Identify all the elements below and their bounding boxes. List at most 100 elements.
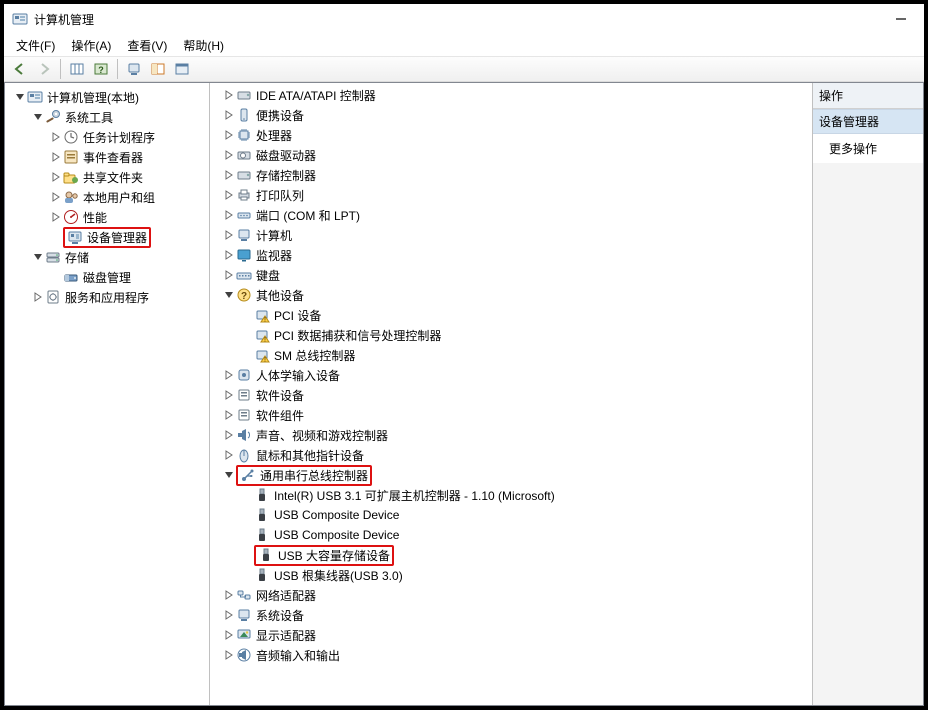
nav-storage[interactable]: 存储 bbox=[27, 247, 209, 267]
expand-toggle[interactable] bbox=[222, 648, 236, 662]
nav-disk-management[interactable]: 磁盘管理 bbox=[45, 267, 209, 287]
nav-root[interactable]: 计算机管理(本地) bbox=[9, 87, 209, 107]
menu-file[interactable]: 文件(F) bbox=[8, 35, 63, 56]
network-icon bbox=[236, 587, 252, 603]
nav-shared-folders[interactable]: 共享文件夹 bbox=[45, 167, 209, 187]
app-icon bbox=[12, 11, 28, 27]
expand-toggle[interactable] bbox=[49, 150, 63, 164]
actions-more[interactable]: 更多操作 bbox=[813, 134, 923, 163]
cat-print-queues[interactable]: 打印队列 bbox=[218, 185, 812, 205]
toolbar-view-panes[interactable] bbox=[146, 58, 170, 80]
cat-audio-io[interactable]: 音频输入和输出 bbox=[218, 645, 812, 665]
storage-ctrl-icon bbox=[236, 167, 252, 183]
dev-usb-composite-2[interactable]: USB Composite Device bbox=[236, 525, 812, 545]
cat-mice[interactable]: 鼠标和其他指针设备 bbox=[218, 445, 812, 465]
expand-toggle[interactable] bbox=[49, 170, 63, 184]
expand-toggle[interactable] bbox=[222, 588, 236, 602]
expand-toggle[interactable] bbox=[222, 448, 236, 462]
cat-display-adapters[interactable]: 显示适配器 bbox=[218, 625, 812, 645]
keyboard-icon bbox=[236, 267, 252, 283]
expand-toggle[interactable] bbox=[222, 128, 236, 142]
warning-device-icon bbox=[254, 347, 270, 363]
expand-toggle[interactable] bbox=[222, 468, 236, 482]
expand-toggle[interactable] bbox=[222, 368, 236, 382]
toolbar-columns[interactable] bbox=[65, 58, 89, 80]
expand-toggle[interactable] bbox=[222, 208, 236, 222]
expand-toggle[interactable] bbox=[13, 90, 27, 104]
nav-local-users[interactable]: 本地用户和组 bbox=[45, 187, 209, 207]
toolbar-view-computer[interactable] bbox=[122, 58, 146, 80]
expand-toggle[interactable] bbox=[222, 108, 236, 122]
toolbar-back[interactable] bbox=[8, 58, 32, 80]
dev-smbus[interactable]: SM 总线控制器 bbox=[236, 345, 812, 365]
expand-toggle[interactable] bbox=[222, 268, 236, 282]
cat-monitors[interactable]: 监视器 bbox=[218, 245, 812, 265]
toolbar-view-window[interactable] bbox=[170, 58, 194, 80]
toolbar-help[interactable] bbox=[89, 58, 113, 80]
expand-toggle[interactable] bbox=[49, 130, 63, 144]
cat-system-devices[interactable]: 系统设备 bbox=[218, 605, 812, 625]
cat-software-components[interactable]: 软件组件 bbox=[218, 405, 812, 425]
expand-toggle[interactable] bbox=[31, 290, 45, 304]
cat-software-devices[interactable]: 软件设备 bbox=[218, 385, 812, 405]
expand-toggle[interactable] bbox=[31, 110, 45, 124]
toolbar bbox=[4, 56, 924, 82]
expand-toggle[interactable] bbox=[49, 190, 63, 204]
cat-processors[interactable]: 处理器 bbox=[218, 125, 812, 145]
cat-usb-controllers[interactable]: 通用串行总线控制器 bbox=[218, 465, 812, 485]
nav-system-tools[interactable]: 系统工具 bbox=[27, 107, 209, 127]
dev-pci-sigproc[interactable]: PCI 数据捕获和信号处理控制器 bbox=[236, 325, 812, 345]
window-title: 计算机管理 bbox=[34, 11, 94, 28]
expand-toggle[interactable] bbox=[222, 628, 236, 642]
cat-network[interactable]: 网络适配器 bbox=[218, 585, 812, 605]
toolbar-forward bbox=[32, 58, 56, 80]
audio-io-icon bbox=[236, 647, 252, 663]
cat-sound[interactable]: 声音、视频和游戏控制器 bbox=[218, 425, 812, 445]
dev-usb-mass-storage[interactable]: USB 大容量存储设备 bbox=[236, 545, 812, 565]
nav-device-manager[interactable]: 设备管理器 bbox=[45, 227, 209, 247]
dev-usb-composite-1[interactable]: USB Composite Device bbox=[236, 505, 812, 525]
nav-task-scheduler[interactable]: 任务计划程序 bbox=[45, 127, 209, 147]
cat-hid[interactable]: 人体学输入设备 bbox=[218, 365, 812, 385]
expand-toggle[interactable] bbox=[31, 250, 45, 264]
minimize-button[interactable] bbox=[878, 4, 924, 34]
menu-view[interactable]: 查看(V) bbox=[119, 35, 175, 56]
expand-toggle[interactable] bbox=[222, 608, 236, 622]
title-bar[interactable]: 计算机管理 bbox=[4, 4, 924, 34]
cat-keyboards[interactable]: 键盘 bbox=[218, 265, 812, 285]
cat-disk-drives[interactable]: 磁盘驱动器 bbox=[218, 145, 812, 165]
software-component-icon bbox=[236, 407, 252, 423]
dev-pci[interactable]: PCI 设备 bbox=[236, 305, 812, 325]
expand-toggle[interactable] bbox=[222, 388, 236, 402]
expand-toggle[interactable] bbox=[222, 168, 236, 182]
expand-toggle[interactable] bbox=[222, 88, 236, 102]
nav-event-viewer[interactable]: 事件查看器 bbox=[45, 147, 209, 167]
cat-ports[interactable]: 端口 (COM 和 LPT) bbox=[218, 205, 812, 225]
toolbar-separator bbox=[117, 59, 118, 79]
nav-performance[interactable]: 性能 bbox=[45, 207, 209, 227]
expand-toggle[interactable] bbox=[222, 228, 236, 242]
expand-toggle[interactable] bbox=[222, 248, 236, 262]
expand-toggle[interactable] bbox=[49, 210, 63, 224]
menu-action[interactable]: 操作(A) bbox=[63, 35, 119, 56]
navigation-pane[interactable]: 计算机管理(本地) 系统工具 任务计划程序 事件查看器 bbox=[5, 83, 210, 705]
expand-toggle[interactable] bbox=[222, 428, 236, 442]
mouse-icon bbox=[236, 447, 252, 463]
cat-portable[interactable]: 便携设备 bbox=[218, 105, 812, 125]
dev-usb-root-hub[interactable]: USB 根集线器(USB 3.0) bbox=[236, 565, 812, 585]
actions-section-title[interactable]: 设备管理器 bbox=[813, 109, 923, 134]
dev-usb-intel[interactable]: Intel(R) USB 3.1 可扩展主机控制器 - 1.10 (Micros… bbox=[236, 485, 812, 505]
expand-toggle[interactable] bbox=[222, 148, 236, 162]
system-device-icon bbox=[236, 607, 252, 623]
cat-other-devices[interactable]: 其他设备 bbox=[218, 285, 812, 305]
toolbar-separator bbox=[60, 59, 61, 79]
expand-toggle[interactable] bbox=[222, 408, 236, 422]
cat-storage-controllers[interactable]: 存储控制器 bbox=[218, 165, 812, 185]
device-tree-pane[interactable]: IDE ATA/ATAPI 控制器 便携设备 处理器 磁盘驱动器 存储控制器 打… bbox=[210, 83, 813, 705]
expand-toggle[interactable] bbox=[222, 188, 236, 202]
expand-toggle[interactable] bbox=[222, 288, 236, 302]
menu-help[interactable]: 帮助(H) bbox=[175, 35, 232, 56]
cat-ide[interactable]: IDE ATA/ATAPI 控制器 bbox=[218, 85, 812, 105]
nav-services-apps[interactable]: 服务和应用程序 bbox=[27, 287, 209, 307]
cat-computers[interactable]: 计算机 bbox=[218, 225, 812, 245]
